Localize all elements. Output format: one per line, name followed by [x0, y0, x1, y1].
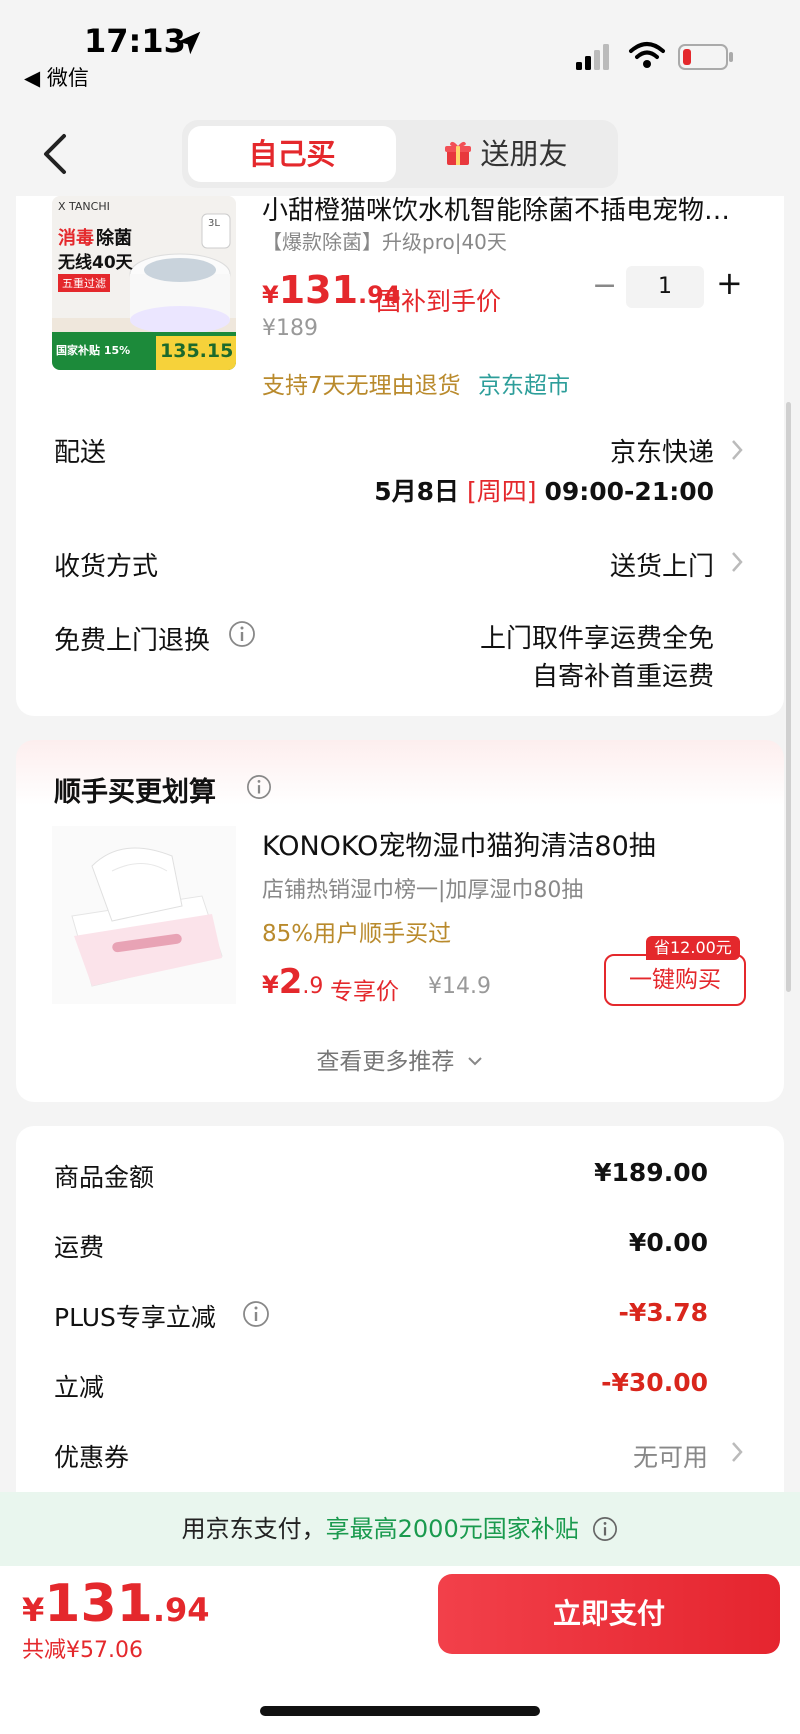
- summary-value-coupon[interactable]: 无可用: [633, 1438, 708, 1474]
- one-click-buy-button[interactable]: 一键购买: [604, 954, 746, 1006]
- location-arrow-icon: [177, 31, 201, 55]
- tab-buy-for-self[interactable]: 自己买: [188, 126, 396, 182]
- quantity-input[interactable]: 1: [626, 266, 704, 308]
- product-image-headline-red: 消毒: [58, 228, 94, 249]
- home-indicator[interactable]: [260, 1706, 540, 1716]
- delivery-carrier: 京东快递: [609, 438, 714, 468]
- recommended-item-popularity: 85%用户顺手买过: [262, 921, 452, 947]
- product-image-subsidy: 国家补贴 15%: [56, 344, 131, 357]
- total-integer: 131: [44, 1574, 153, 1634]
- total-price: ¥131.94: [22, 1574, 210, 1634]
- save-amount-badge: 省12.00元: [646, 936, 740, 960]
- recommended-item-name[interactable]: KONOKO宠物湿巾猫狗清洁80抽: [262, 824, 656, 863]
- product-price-integer: 131: [278, 268, 359, 312]
- more-recommendations-link[interactable]: 查看更多推荐: [0, 1042, 800, 1076]
- product-image-headline-black: 除菌: [96, 228, 132, 249]
- summary-label-coupon: 优惠券: [54, 1443, 130, 1472]
- delivery-weekday: [周四]: [467, 477, 537, 506]
- product-price-currency: ¥: [262, 281, 279, 309]
- product-original-price: ¥189: [262, 316, 318, 341]
- chevron-down-icon: [467, 1057, 482, 1066]
- jd-pay-subsidy-banner[interactable]: 用京东支付，享最高2000元国家补贴: [0, 1492, 800, 1566]
- summary-label-shipping: 运费: [54, 1233, 105, 1262]
- status-time: 17:13: [84, 22, 186, 60]
- banner-highlight: 享最高2000元国家补贴: [325, 1515, 579, 1543]
- receive-method-label: 收货方式: [54, 552, 159, 582]
- exclusive-price-label: 专享价: [330, 979, 399, 1005]
- summary-value-shipping: ¥0.00: [628, 1228, 708, 1257]
- gift-icon: [445, 141, 472, 165]
- summary-label-plus: PLUS专享立减: [54, 1303, 216, 1332]
- product-spec[interactable]: 【爆款除菌】升级pro|40天: [262, 226, 507, 255]
- recommended-item-price: ¥2.9: [262, 962, 323, 1002]
- chevron-right-icon[interactable]: [730, 1440, 744, 1464]
- subsidy-price-label: 国补到手价: [376, 287, 502, 316]
- recommendation-title: 顺手买更划算: [54, 777, 216, 808]
- banner-prefix: 用京东支付，: [181, 1515, 326, 1543]
- delivery-label: 配送: [54, 438, 107, 468]
- info-icon[interactable]: [242, 1300, 270, 1328]
- summary-value-goods: ¥189.00: [594, 1158, 708, 1187]
- receive-method-value[interactable]: 送货上门: [610, 546, 714, 583]
- store-tag: 京东超市: [478, 373, 570, 399]
- product-image-badge: 五重过滤: [58, 274, 110, 292]
- info-icon[interactable]: [592, 1516, 618, 1542]
- info-icon[interactable]: [246, 774, 272, 800]
- recommended-item-desc: 店铺热销湿巾榜一|加厚湿巾80抽: [262, 878, 584, 903]
- total-currency: ¥: [22, 1591, 45, 1629]
- product-image[interactable]: X TANCHI 消毒 除菌 无线40天 五重过滤 3L 国家补贴 15% 13…: [52, 196, 236, 370]
- total-decimal: .94: [152, 1591, 210, 1629]
- scrollbar[interactable]: [786, 402, 791, 992]
- delivery-window: 09:00-21:00: [544, 477, 714, 506]
- delivery-time[interactable]: 5月8日 [周四] 09:00-21:00: [374, 472, 714, 508]
- summary-label-discount: 立减: [54, 1373, 105, 1402]
- free-return-label: 免费上门退换: [54, 626, 211, 656]
- total-saved[interactable]: 共减¥57.06: [22, 1632, 143, 1664]
- battery-icon: [678, 44, 733, 70]
- summary-label-goods: 商品金额: [54, 1163, 155, 1192]
- product-image-brand: X TANCHI: [58, 200, 110, 213]
- rec-price-decimal: .9: [302, 974, 324, 999]
- product-image-price: 135.15: [160, 340, 234, 362]
- delivery-date: 5月8日: [374, 477, 460, 506]
- return-policy-tag: 支持7天无理由退货: [262, 373, 461, 399]
- quantity-increase-button[interactable]: +: [716, 264, 743, 302]
- tab-gift-label: 送朋友: [480, 137, 568, 171]
- recommended-item-image[interactable]: [52, 826, 236, 1004]
- back-to-app-link[interactable]: ◀ 微信: [24, 62, 89, 92]
- summary-value-discount: -¥30.00: [601, 1368, 708, 1397]
- wet-wipes-art: [52, 826, 236, 1004]
- tab-gift-to-friend[interactable]: 送朋友: [400, 126, 612, 182]
- free-return-line2: 自寄补首重运费: [531, 662, 714, 692]
- chevron-right-icon[interactable]: [730, 550, 744, 574]
- wifi-icon: [629, 42, 665, 68]
- quantity-decrease-button[interactable]: −: [592, 268, 617, 303]
- free-return-line1: 上门取件享运费全免: [479, 624, 714, 654]
- rec-price-currency: ¥: [262, 971, 279, 999]
- chevron-right-icon[interactable]: [730, 438, 744, 462]
- pay-now-button[interactable]: 立即支付: [438, 1574, 780, 1654]
- product-image-capacity: 3L: [208, 218, 220, 229]
- back-arrow-icon[interactable]: [40, 132, 70, 176]
- more-recommendations-label: 查看更多推荐: [316, 1049, 455, 1075]
- product-title[interactable]: 小甜橙猫咪饮水机智能除菌不插电宠物…: [262, 190, 762, 227]
- info-icon[interactable]: [228, 620, 256, 648]
- cellular-signal-icon: [576, 44, 609, 70]
- rec-price-integer: 2: [278, 962, 303, 1002]
- recommended-item-original-price: ¥14.9: [428, 974, 491, 999]
- product-image-subline: 无线40天: [58, 253, 133, 273]
- summary-value-plus: -¥3.78: [618, 1298, 708, 1327]
- delivery-carrier-row[interactable]: 京东快递: [610, 432, 714, 469]
